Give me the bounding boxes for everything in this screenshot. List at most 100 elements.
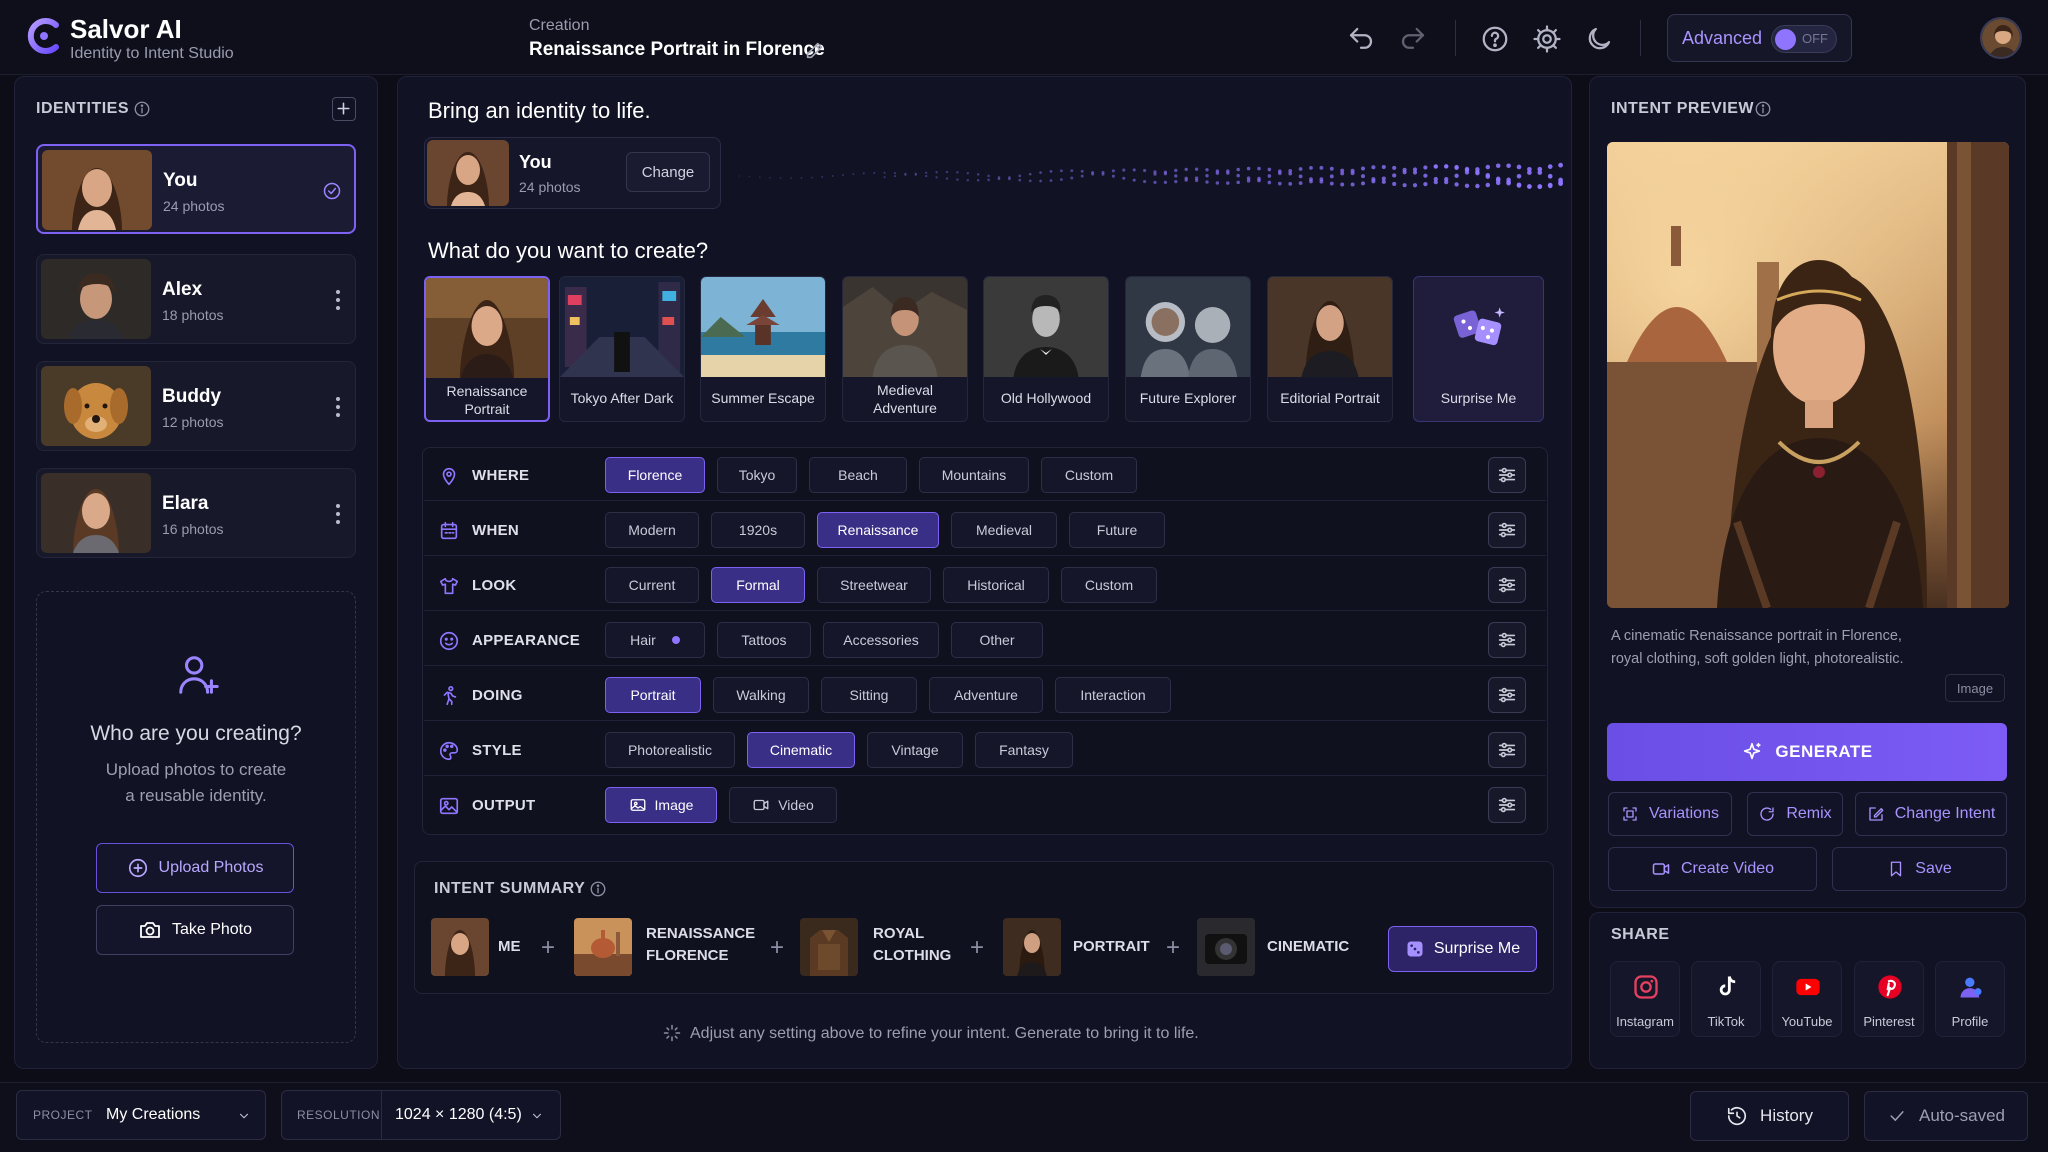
take-photo-button[interactable]: Take Photo — [96, 905, 294, 955]
create-video-button[interactable]: Create Video — [1608, 847, 1817, 891]
dark-mode-moon-icon[interactable] — [1584, 24, 1614, 54]
row-settings-button[interactable] — [1488, 457, 1526, 493]
option-pill-vintage[interactable]: Vintage — [867, 732, 963, 768]
option-pill-custom[interactable]: Custom — [1041, 457, 1137, 493]
share-instagram[interactable]: Instagram — [1610, 961, 1680, 1037]
option-pill-video[interactable]: Video — [729, 787, 837, 823]
undo-icon[interactable] — [1346, 24, 1376, 54]
user-avatar[interactable] — [1980, 17, 2022, 59]
option-pill-photorealistic[interactable]: Photorealistic — [605, 732, 735, 768]
settings-gear-icon[interactable] — [1532, 24, 1562, 54]
option-pill-future[interactable]: Future — [1069, 512, 1165, 548]
info-icon[interactable] — [589, 880, 607, 898]
project-value: My Creations — [106, 1106, 201, 1123]
identity-card-elara[interactable]: Elara 16 photos — [36, 468, 356, 558]
option-label: Custom — [1064, 467, 1114, 483]
style-card-renaissance-portrait[interactable]: Renaissance Portrait — [424, 276, 550, 422]
option-pill-beach[interactable]: Beach — [809, 457, 907, 493]
create-identity-dropzone[interactable]: Who are you creating? Upload photos to c… — [36, 591, 356, 1043]
app-name: Salvor AI — [70, 14, 182, 44]
share-profile[interactable]: Profile — [1935, 961, 2005, 1037]
more-options-icon[interactable] — [335, 502, 341, 524]
option-pill-streetwear[interactable]: Streetwear — [817, 567, 931, 603]
share-youtube[interactable]: YouTube — [1772, 961, 1842, 1037]
row-settings-button[interactable] — [1488, 787, 1526, 823]
preview-image[interactable] — [1607, 142, 2009, 608]
row-settings-button[interactable] — [1488, 567, 1526, 603]
upload-photos-button[interactable]: Upload Photos — [96, 843, 294, 893]
wave-dot — [987, 174, 990, 178]
summary-surprise-me-button[interactable]: Surprise Me — [1388, 926, 1537, 972]
row-settings-button[interactable] — [1488, 732, 1526, 768]
option-pill-tattoos[interactable]: Tattoos — [717, 622, 811, 658]
share-tiktok[interactable]: TikTok — [1691, 961, 1761, 1037]
more-options-icon[interactable] — [335, 288, 341, 310]
style-card-summer-escape[interactable]: Summer Escape — [700, 276, 826, 422]
redo-icon[interactable] — [1398, 24, 1428, 54]
option-pill-accessories[interactable]: Accessories — [823, 622, 939, 658]
change-intent-button[interactable]: Change Intent — [1855, 792, 2007, 836]
option-pill-1920s[interactable]: 1920s — [711, 512, 805, 548]
project-selector[interactable]: PROJECT My Creations — [16, 1090, 266, 1140]
option-pill-tokyo[interactable]: Tokyo — [717, 457, 797, 493]
wave-dot — [935, 171, 938, 174]
option-pill-medieval[interactable]: Medieval — [951, 512, 1057, 548]
wave-dot — [1070, 176, 1074, 180]
add-person-icon — [179, 656, 219, 694]
option-pill-hair[interactable]: Hair — [605, 622, 705, 658]
style-card-medieval-adventure[interactable]: Medieval Adventure — [842, 276, 968, 422]
wave-dot — [1319, 177, 1324, 182]
more-options-icon[interactable] — [335, 395, 341, 417]
help-icon[interactable] — [1480, 24, 1510, 54]
option-pill-custom[interactable]: Custom — [1061, 567, 1157, 603]
option-pill-modern[interactable]: Modern — [605, 512, 699, 548]
advanced-toggle[interactable]: OFF — [1771, 25, 1837, 53]
identity-card-buddy[interactable]: Buddy 12 photos — [36, 361, 356, 451]
add-identity-button[interactable] — [332, 97, 356, 121]
resolution-selector[interactable]: RESOLUTION 1024 × 1280 (4:5) — [281, 1090, 561, 1140]
option-pill-cinematic[interactable]: Cinematic — [747, 732, 855, 768]
wave-dot — [1495, 176, 1501, 182]
option-pill-fantasy[interactable]: Fantasy — [975, 732, 1073, 768]
row-settings-button[interactable] — [1488, 512, 1526, 548]
change-identity-button[interactable]: Change — [626, 152, 710, 192]
option-pill-interaction[interactable]: Interaction — [1055, 677, 1171, 713]
option-pill-renaissance[interactable]: Renaissance — [817, 512, 939, 548]
style-card-tokyo-after-dark[interactable]: Tokyo After Dark — [559, 276, 685, 422]
option-pill-current[interactable]: Current — [605, 567, 699, 603]
history-button[interactable]: History — [1690, 1091, 1849, 1141]
wave-dot — [1340, 171, 1345, 176]
option-pill-historical[interactable]: Historical — [943, 567, 1049, 603]
option-pill-portrait[interactable]: Portrait — [605, 677, 701, 713]
wave-dot — [1402, 167, 1407, 172]
style-card-old-hollywood[interactable]: Old Hollywood — [983, 276, 1109, 422]
row-settings-button[interactable] — [1488, 622, 1526, 658]
variations-button[interactable]: Variations — [1608, 792, 1732, 836]
share-pinterest[interactable]: Pinterest — [1854, 961, 1924, 1037]
edit-pencil-icon[interactable] — [804, 39, 826, 61]
style-card-future-explorer[interactable]: Future Explorer — [1125, 276, 1251, 422]
option-pill-florence[interactable]: Florence — [605, 457, 705, 493]
info-icon[interactable] — [133, 100, 151, 118]
row-settings-button[interactable] — [1488, 677, 1526, 713]
remix-button[interactable]: Remix — [1747, 792, 1843, 836]
create-identity-title: Who are you creating? — [90, 722, 302, 745]
wave-dot — [1361, 174, 1365, 179]
identity-card-alex[interactable]: Alex 18 photos — [36, 254, 356, 344]
style-card-editorial-portrait[interactable]: Editorial Portrait — [1267, 276, 1393, 422]
identity-card-you[interactable]: You 24 photos — [36, 144, 356, 234]
option-pill-other[interactable]: Other — [951, 622, 1043, 658]
info-icon[interactable] — [1754, 100, 1772, 118]
option-pill-image[interactable]: Image — [605, 787, 717, 823]
create-identity-desc-1: Upload photos to create — [105, 760, 287, 779]
option-pill-mountains[interactable]: Mountains — [919, 457, 1029, 493]
wave-dot — [893, 171, 897, 175]
option-pill-adventure[interactable]: Adventure — [929, 677, 1043, 713]
save-button[interactable]: Save — [1832, 847, 2007, 891]
option-pill-formal[interactable]: Formal — [711, 567, 805, 603]
option-pill-walking[interactable]: Walking — [713, 677, 809, 713]
creation-title[interactable]: Renaissance Portrait in Florence — [529, 39, 825, 61]
option-pill-sitting[interactable]: Sitting — [821, 677, 917, 713]
style-card-surprise-me[interactable]: Surprise Me — [1413, 276, 1544, 422]
generate-button[interactable]: GENERATE — [1607, 723, 2007, 781]
